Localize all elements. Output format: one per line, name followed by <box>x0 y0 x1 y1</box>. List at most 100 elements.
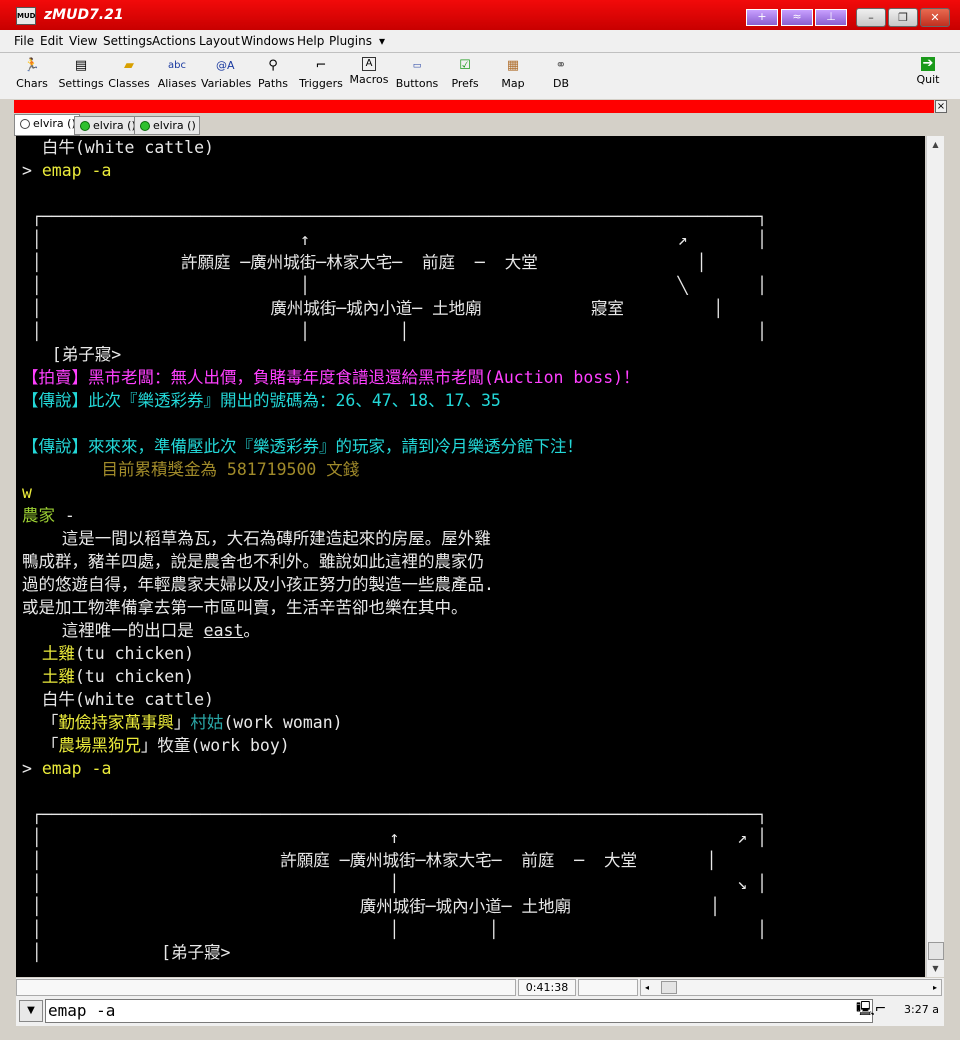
menu-view[interactable]: View <box>69 34 97 48</box>
scroll-left-icon[interactable]: ◂ <box>645 980 649 995</box>
output-segment: 【傳說】來來來，準備壓此次『樂透彩券』的玩家，請到冷月樂透分館下注！ <box>22 437 583 456</box>
output-segment: 農家 <box>22 506 55 525</box>
quit-button[interactable]: ➔ Quit <box>904 57 952 87</box>
mud-output[interactable]: 白牛(white cattle) > emap -a ┌─────────────… <box>16 136 925 977</box>
output-line: 目前累積獎金為 581719500 文錢 <box>22 458 767 481</box>
output-segment: ┌───────────────────────────────────────… <box>22 207 768 226</box>
output-segment: (work woman) <box>223 713 343 732</box>
scroll-up-icon[interactable]: ▲ <box>927 136 944 153</box>
output-segment: 白牛(white cattle) <box>22 138 214 157</box>
command-input[interactable]: emap -a <box>45 999 873 1023</box>
output-segment: emap -a <box>41 759 112 778</box>
scroll-thumb[interactable] <box>928 942 944 960</box>
output-segment: 過的悠遊自得，年輕農家夫婦以及小孩正努力的製造一些農產品. <box>22 575 494 594</box>
close-button[interactable]: ✕ <box>920 8 950 27</box>
maximize-button[interactable]: ❐ <box>888 8 918 27</box>
output-line: > emap -a <box>22 159 767 182</box>
checkbox-icon: ☑ <box>459 58 471 73</box>
db-icon: ⚭ <box>555 58 567 73</box>
command-bar: ▼ emap -a 🖳⌐ 3:27 a <box>16 996 944 1026</box>
output-line: 土雞(tu chicken) <box>22 665 767 688</box>
output-segment: 「 <box>22 736 59 755</box>
variables-label: Variables <box>201 77 252 90</box>
output-segment: (tu chicken) <box>74 644 195 663</box>
menu-actions[interactable]: Actions <box>152 34 196 48</box>
output-segment: 【拍賣】黑市老闆：無人出價，負賭毒年度食譜退還給黑市老闆(Auction bos… <box>22 368 640 387</box>
output-segment: 。 <box>243 621 260 640</box>
minimize-button[interactable]: – <box>856 8 886 27</box>
hscroll-thumb[interactable] <box>661 981 677 994</box>
output-segment: > <box>22 161 42 180</box>
prefs-button[interactable]: ☑ Prefs <box>441 57 489 90</box>
menu-plugins[interactable]: Plugins <box>329 34 372 48</box>
paths-button[interactable]: ⚲ Paths <box>249 57 297 90</box>
tab-elvira-1[interactable]: elvira () <box>14 114 80 136</box>
output-line: ┌───────────────────────────────────────… <box>22 803 767 826</box>
title-pin-button[interactable]: ⊥ <box>815 9 847 26</box>
settings-label: Settings <box>58 77 104 90</box>
strip-close-button[interactable]: × <box>935 100 947 113</box>
vertical-scrollbar[interactable]: ▲ ▼ <box>926 136 944 977</box>
menu-overflow[interactable]: ▾ <box>379 34 385 48</box>
output-segment: 這是一間以稻草為瓦，大石為磚所建造起來的房屋。屋外雞 <box>22 529 491 548</box>
settings-button[interactable]: ▤ Settings <box>57 57 105 90</box>
connection-icon: 🖳⌐ <box>856 1001 887 1017</box>
output-line: │ 許願庭 ─廣州城街─林家大宅─ 前庭 ─ 大堂 │ <box>22 849 767 872</box>
menu-bar: File Edit View Settings Actions Layout W… <box>0 30 960 53</box>
buttons-button[interactable]: ▭ Buttons <box>393 57 441 90</box>
output-line: 這是一間以稻草為瓦，大石為磚所建造起來的房屋。屋外雞 <box>22 527 767 550</box>
output-line: │ 許願庭 ─廣州城街─林家大宅─ 前庭 ─ 大堂 │ <box>22 251 767 274</box>
macros-button[interactable]: A Macros <box>345 57 393 86</box>
menu-help[interactable]: Help <box>297 34 324 48</box>
output-segment: 「 <box>22 713 59 732</box>
output-segment: 農場黑狗兄 <box>58 736 141 755</box>
output-segment: │ │ ╲ │ <box>22 276 768 295</box>
history-dropdown-icon[interactable]: ▼ <box>19 1000 43 1022</box>
variables-button[interactable]: @A Variables <box>201 57 252 90</box>
output-segment: w <box>22 483 32 502</box>
title-bar: MUD zMUD7.21 + ≈ ⊥ – ❐ ✕ <box>0 0 960 30</box>
menu-settings[interactable]: Settings <box>103 34 152 48</box>
session-tabs: elvira () elvira () elvira () <box>14 114 944 136</box>
status-message <box>16 979 516 996</box>
output-line: 鴨成群，豬羊四處，說是農舍也不利外。雖說如此這裡的農家仍 <box>22 550 767 573</box>
tab-label: elvira () <box>33 117 76 130</box>
tab-status-icon <box>140 121 150 131</box>
title-roll-button[interactable]: ≈ <box>781 9 813 26</box>
output-line: │ ↑ ↗ │ <box>22 826 767 849</box>
output-line: 土雞(tu chicken) <box>22 642 767 665</box>
aliases-label: Aliases <box>157 77 197 90</box>
menu-layout[interactable]: Layout <box>199 34 240 48</box>
triggers-button[interactable]: ⌐ Triggers <box>297 57 345 90</box>
scroll-down-icon[interactable]: ▼ <box>927 960 944 977</box>
title-plus-button[interactable]: + <box>746 9 778 26</box>
scroll-right-icon[interactable]: ▸ <box>933 980 937 995</box>
output-line: ┌───────────────────────────────────────… <box>22 205 767 228</box>
output-segment: (tu chicken) <box>74 667 195 686</box>
tab-elvira-2[interactable]: elvira () <box>74 116 140 135</box>
zmud-app-icon[interactable]: MUD <box>16 7 36 25</box>
status-strip <box>14 100 934 113</box>
horizontal-scrollbar[interactable]: ◂ ▸ <box>640 979 942 996</box>
db-button[interactable]: ⚭ DB <box>537 57 585 90</box>
tab-elvira-3[interactable]: elvira () <box>134 116 200 135</box>
db-label: DB <box>552 77 570 90</box>
output-line: 「農場黑狗兄」牧童(work boy) <box>22 734 767 757</box>
status-bar: 0:41:38 ◂ ▸ <box>16 978 944 996</box>
output-segment: - <box>55 506 75 525</box>
classes-button[interactable]: ▰ Classes <box>105 57 153 90</box>
menu-file[interactable]: File <box>14 34 34 48</box>
map-button[interactable]: ▦ Map <box>489 57 537 90</box>
folder-icon: ▰ <box>124 58 134 73</box>
output-line: 白牛(white cattle) <box>22 136 767 159</box>
output-segment: │ │ │ │ <box>22 322 768 341</box>
menu-edit[interactable]: Edit <box>40 34 63 48</box>
output-line: 白牛(white cattle) <box>22 688 767 711</box>
chars-button[interactable]: 🏃 Chars <box>8 57 56 90</box>
output-line: 農家 - <box>22 504 767 527</box>
aliases-button[interactable]: abc Aliases <box>153 57 201 90</box>
gun-icon: ⌐ <box>315 58 327 73</box>
toolbar: 🏃 Chars ▤ Settings ▰ Classes abc Aliases @A V… <box>0 53 960 99</box>
menu-windows[interactable]: Windows <box>241 34 295 48</box>
